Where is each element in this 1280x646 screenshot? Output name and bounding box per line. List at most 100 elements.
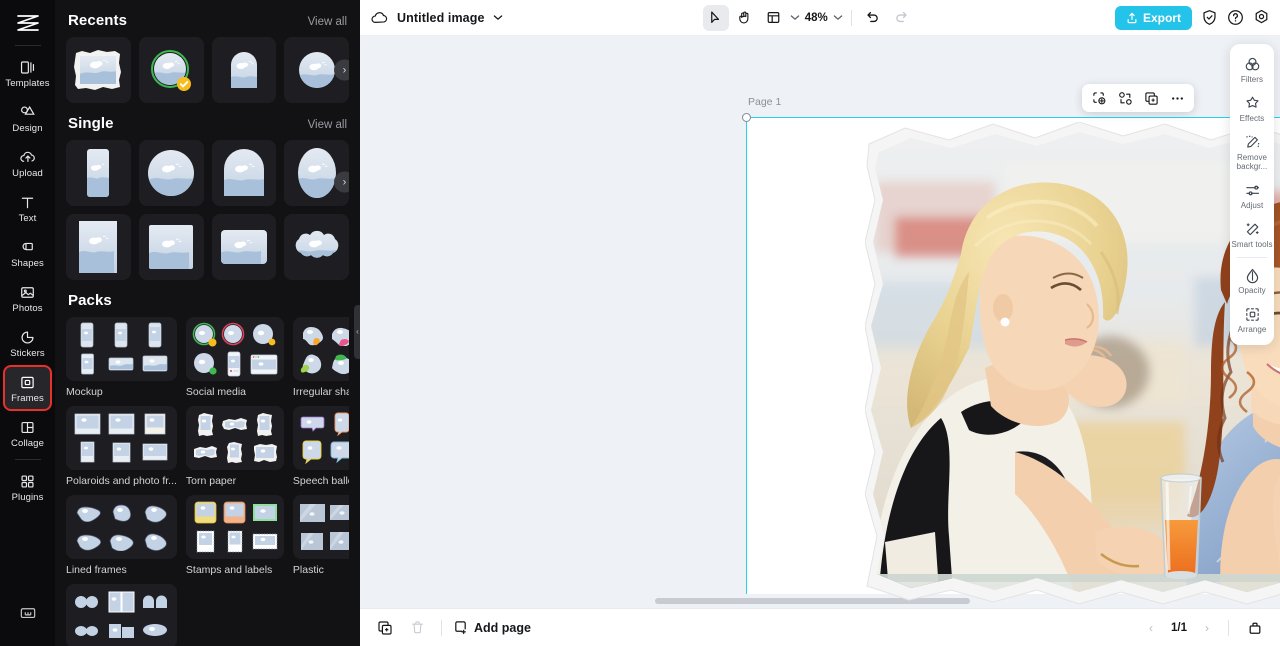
crop-dashed-icon[interactable]	[1087, 87, 1111, 109]
bottom-divider	[441, 619, 442, 636]
duplicate-icon[interactable]	[1139, 87, 1163, 109]
tool-remove-background[interactable]: Remove backgr...	[1230, 128, 1274, 176]
pack-speech-balloons[interactable]: Speech balloons	[292, 406, 349, 487]
pack-stamps-labels[interactable]: Stamps and labels	[185, 495, 284, 576]
frame-thumb-torn[interactable]	[66, 37, 131, 103]
shapes-icon	[19, 238, 36, 257]
recents-next-arrow[interactable]: ›	[334, 59, 349, 81]
object-floating-toolbar	[1082, 84, 1194, 112]
image-tools-panel: Filters Effects Remove backgr... Adjust	[1230, 44, 1274, 345]
bottom-bar: Add page ‹ 1/1 ›	[360, 608, 1280, 646]
panel-collapse-handle[interactable]: ‹	[354, 305, 360, 359]
replace-icon[interactable]	[1113, 87, 1137, 109]
pages-grid-icon[interactable]	[1242, 615, 1268, 641]
logo-icon[interactable]	[11, 8, 45, 38]
pack-preview	[66, 584, 177, 646]
document-title[interactable]: Untitled image	[397, 11, 485, 25]
right-panel-divider	[1237, 257, 1267, 258]
resize-handle-top-left[interactable]	[741, 112, 751, 122]
frame-thumb-circle-2[interactable]	[138, 140, 204, 206]
tool-opacity[interactable]: Opacity	[1230, 261, 1274, 300]
hand-tool[interactable]	[732, 5, 758, 31]
pack-social-media[interactable]: Social media	[185, 317, 284, 398]
add-page-label: Add page	[474, 620, 531, 635]
layout-tool[interactable]	[761, 5, 787, 31]
single-view-all[interactable]: View all	[308, 119, 347, 131]
pack-irregular-shape[interactable]: Irregular shape	[292, 317, 349, 398]
recents-view-all[interactable]: View all	[308, 16, 347, 28]
frames-panel-scroll[interactable]: Recents View all › Single View all › Pac…	[66, 0, 349, 646]
toolbar-divider	[850, 9, 852, 26]
sidebar-item-label: Upload	[12, 167, 43, 179]
frame-thumb-rounded-wide[interactable]	[211, 214, 277, 280]
shield-check-icon[interactable]	[1201, 9, 1218, 26]
packs-section-header: Packs	[66, 280, 349, 317]
prev-page-button[interactable]: ‹	[1143, 621, 1159, 635]
pack-label: Stamps and labels	[185, 564, 273, 576]
sidebar-item-design[interactable]: Design	[4, 96, 51, 140]
keyboard-shortcuts-icon[interactable]	[4, 591, 51, 635]
templates-icon	[19, 58, 36, 77]
collage-icon	[19, 418, 36, 437]
selected-image-object[interactable]	[865, 122, 1280, 606]
pack-label: Social media	[185, 386, 247, 398]
sidebar-item-plugins[interactable]: Plugins	[4, 465, 51, 509]
redo-button[interactable]	[889, 5, 915, 31]
pack-preview	[66, 495, 177, 559]
duplicate-page-icon[interactable]	[372, 615, 398, 641]
layout-chevron-down-icon[interactable]	[790, 14, 800, 21]
tool-effects[interactable]: Effects	[1230, 89, 1274, 128]
pack-lined-frames[interactable]: Lined frames	[66, 495, 177, 576]
frame-thumb-arch[interactable]	[211, 37, 277, 103]
sidebar-item-shapes[interactable]: Shapes	[4, 231, 51, 275]
pack-plastic[interactable]: Plastic	[292, 495, 349, 576]
sidebar-item-frames[interactable]: Frames	[3, 365, 52, 411]
gear-icon[interactable]	[1253, 9, 1270, 26]
pack-mockup[interactable]: Mockup	[66, 317, 177, 398]
frame-thumb-arch-2[interactable]	[211, 140, 277, 206]
frame-thumb-circle-outline-selected[interactable]	[138, 37, 204, 103]
tool-label: Remove backgr...	[1236, 153, 1268, 171]
sidebar-item-label: Plugins	[11, 491, 44, 503]
frame-thumb-square[interactable]	[138, 214, 204, 280]
ellipsis-icon[interactable]	[1165, 87, 1189, 109]
tool-filters[interactable]: Filters	[1230, 50, 1274, 89]
tool-label: Filters	[1240, 75, 1264, 84]
tool-adjust[interactable]: Adjust	[1230, 176, 1274, 215]
sidebar-item-stickers[interactable]: Stickers	[4, 321, 51, 365]
zoom-chevron-down-icon[interactable]	[833, 14, 843, 21]
next-page-button[interactable]: ›	[1199, 621, 1215, 635]
upload-cloud-icon	[19, 148, 37, 167]
filters-icon	[1244, 56, 1261, 73]
sidebar-item-collage[interactable]: Collage	[4, 411, 51, 455]
undo-button[interactable]	[860, 5, 886, 31]
pack-torn-paper[interactable]: Torn paper	[185, 406, 284, 487]
pack-partial-next[interactable]	[66, 584, 177, 646]
frame-thumb-cloud[interactable]	[284, 214, 349, 280]
sidebar-item-text[interactable]: Text	[4, 186, 51, 230]
zoom-level[interactable]: 48%	[803, 12, 830, 24]
select-tool[interactable]	[702, 4, 729, 31]
sidebar-item-templates[interactable]: Templates	[4, 51, 51, 95]
section-title: Recents	[68, 12, 128, 29]
single-next-arrow[interactable]: ›	[334, 171, 349, 193]
frame-thumb-square-tall[interactable]	[66, 214, 131, 280]
chevron-down-icon[interactable]	[493, 14, 503, 21]
tool-arrange[interactable]: Arrange	[1230, 300, 1274, 339]
sidebar-item-photos[interactable]: Photos	[4, 276, 51, 320]
pack-polaroids[interactable]: Polaroids and photo fr...	[66, 406, 177, 487]
frame-thumb-rounded-tall[interactable]	[66, 140, 131, 206]
export-button[interactable]: Export	[1114, 5, 1192, 30]
tool-label: Smart tools	[1231, 240, 1273, 249]
trash-icon[interactable]	[404, 615, 430, 641]
tool-smart-tools[interactable]: Smart tools	[1230, 215, 1274, 254]
rail-divider	[14, 45, 41, 46]
add-page-button[interactable]: Add page	[453, 620, 531, 635]
main-area: Untitled image 48% Export Page 1 Add pag…	[360, 0, 1280, 646]
help-circle-icon[interactable]	[1227, 9, 1244, 26]
sidebar-item-upload[interactable]: Upload	[4, 141, 51, 185]
canvas-area[interactable]: Page 1	[360, 36, 1280, 608]
stickers-icon	[19, 328, 36, 347]
pack-preview	[292, 406, 349, 470]
cloud-save-icon[interactable]	[370, 10, 389, 25]
